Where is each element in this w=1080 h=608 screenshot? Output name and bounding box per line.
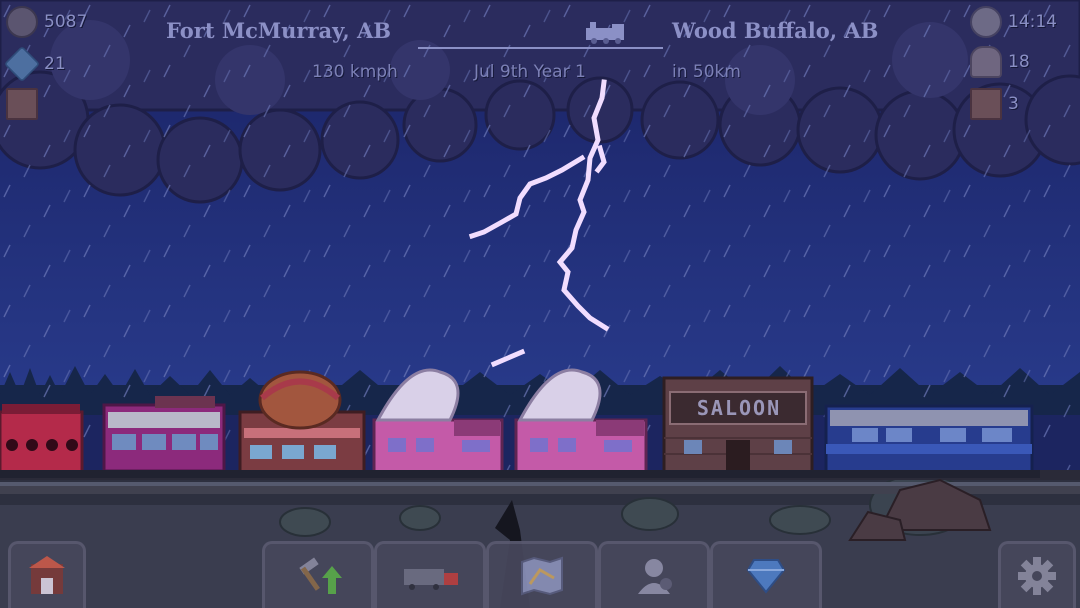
clock-icon bbox=[970, 6, 1002, 38]
hammer-upgrade-icon bbox=[299, 557, 342, 594]
train-manage-button[interactable] bbox=[374, 541, 486, 608]
train-progress-icon bbox=[586, 22, 625, 44]
train-car-icon bbox=[404, 569, 458, 590]
distance-remaining: in 50km bbox=[672, 62, 741, 82]
gem-icon bbox=[3, 45, 41, 83]
gem-shop-button[interactable] bbox=[710, 541, 822, 608]
settings-button[interactable] bbox=[998, 541, 1076, 608]
station-icon bbox=[29, 556, 65, 594]
coin-icon bbox=[6, 6, 38, 38]
crew-icon bbox=[638, 559, 672, 594]
clock: 14:14 bbox=[970, 6, 1057, 38]
passenger-value: 18 bbox=[1008, 52, 1030, 72]
gems-counter: 21 bbox=[3, 45, 66, 83]
cargo-icon bbox=[970, 88, 1002, 120]
inventory[interactable] bbox=[6, 88, 38, 120]
crew-button[interactable] bbox=[598, 541, 710, 608]
map-button[interactable] bbox=[486, 541, 598, 608]
passenger-icon bbox=[970, 46, 1002, 78]
station-button[interactable] bbox=[8, 541, 86, 608]
clock-value: 14:14 bbox=[1008, 12, 1057, 32]
cargo-value: 3 bbox=[1008, 94, 1019, 114]
saloon-sign: SALOON bbox=[696, 396, 782, 420]
train-locomotive bbox=[824, 404, 1034, 474]
train-speed: 130 kmph bbox=[312, 62, 398, 82]
route-progress-line bbox=[418, 47, 663, 49]
game-date: Jul 9th Year 1 bbox=[474, 62, 586, 82]
cargo-counter: 3 bbox=[970, 88, 1019, 120]
passenger-counter: 18 bbox=[970, 46, 1030, 78]
gear-icon bbox=[1018, 557, 1056, 595]
train-car-red bbox=[0, 404, 84, 474]
map-icon bbox=[521, 556, 563, 596]
gem-icon-button bbox=[746, 559, 786, 594]
gems-value: 21 bbox=[44, 54, 66, 74]
build-upgrade-button[interactable] bbox=[262, 541, 374, 608]
train-car-diner bbox=[102, 396, 226, 473]
train-car-saloon bbox=[662, 376, 814, 474]
crate-icon[interactable] bbox=[6, 88, 38, 120]
coins-value: 5087 bbox=[44, 12, 88, 32]
coins-counter: 5087 bbox=[6, 6, 87, 38]
game-scene bbox=[0, 0, 1080, 608]
destination-station: Wood Buffalo, AB bbox=[672, 18, 879, 43]
origin-station: Fort McMurray, AB bbox=[166, 18, 391, 43]
